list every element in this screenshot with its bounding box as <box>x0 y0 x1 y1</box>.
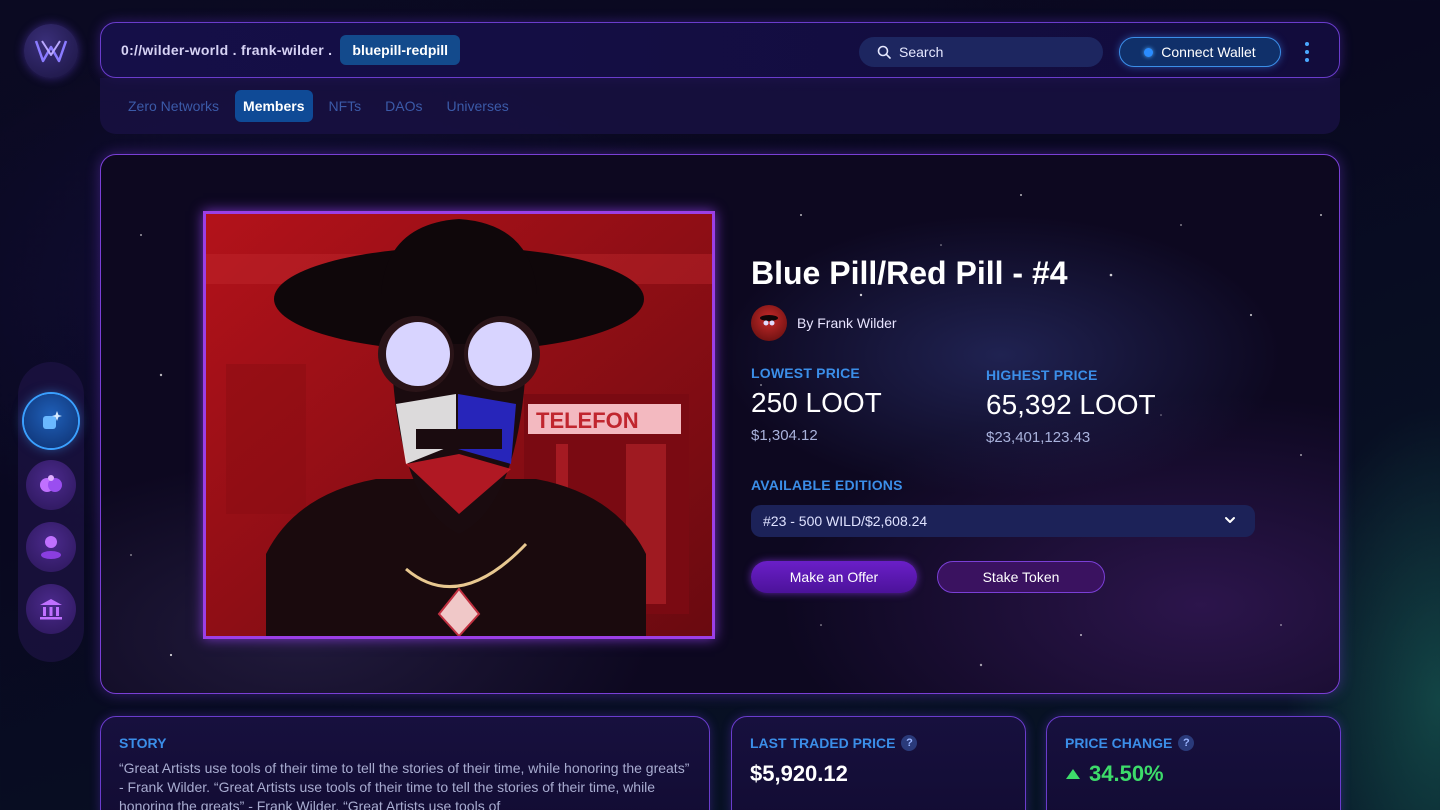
help-icon[interactable]: ? <box>1178 735 1195 751</box>
editions-label: AVAILABLE EDITIONS <box>751 477 903 493</box>
tab-zero-networks[interactable]: Zero Networks <box>120 90 227 122</box>
tab-nfts[interactable]: NFTs <box>321 90 370 122</box>
editions-select[interactable]: #23 - 500 WILD/$2,608.24 <box>751 505 1255 537</box>
price-change-title: PRICE CHANGE <box>1065 735 1173 751</box>
last-traded-value: $5,920.12 <box>750 761 848 786</box>
nft-title: Blue Pill/Red Pill - #4 <box>751 255 1068 291</box>
search-label: Search <box>899 44 944 60</box>
story-text: “Great Artists use tools of their time t… <box>119 760 690 810</box>
last-traded-card: LAST TRADED PRICE ? $5,920.12 <box>731 716 1026 810</box>
more-menu-icon[interactable] <box>1297 39 1317 65</box>
price-change-value: 34.50% <box>1089 761 1164 786</box>
user-pedestal-icon <box>41 536 61 559</box>
tab-universes[interactable]: Universes <box>439 90 517 122</box>
editions-selected-value: #23 - 500 WILD/$2,608.24 <box>763 513 928 529</box>
make-offer-button[interactable]: Make an Offer <box>751 561 917 593</box>
lowest-price-block: LOWEST PRICE 250 LOOT $1,304.12 <box>751 365 882 444</box>
nft-artwork[interactable]: TELEFON <box>203 211 715 639</box>
members-icon <box>40 475 62 492</box>
breadcrumb-current[interactable]: bluepill-redpill <box>340 35 461 65</box>
sparkle-cube-icon <box>43 411 62 429</box>
nav-tabs: Zero Networks Members NFTs DAOs Universe… <box>100 78 1340 134</box>
bank-icon <box>40 599 62 620</box>
tab-members[interactable]: Members <box>235 90 313 122</box>
connect-wallet-button[interactable]: Connect Wallet <box>1119 37 1281 67</box>
creator-name: By Frank Wilder <box>797 315 897 331</box>
highest-price-usd: $23,401,123.43 <box>986 429 1091 446</box>
creator-avatar <box>751 305 787 341</box>
price-change-value-row: 34.50% <box>1065 761 1322 787</box>
help-icon[interactable]: ? <box>901 735 918 751</box>
story-title: STORY <box>119 735 167 751</box>
price-change-card: PRICE CHANGE ? 34.50% <box>1046 716 1341 810</box>
avatar-icon <box>760 315 778 326</box>
search-button[interactable]: Search <box>859 37 1103 67</box>
highest-price-value: 65,392 LOOT <box>986 389 1156 420</box>
last-traded-title-row: LAST TRADED PRICE ? <box>750 735 1007 751</box>
logo-icon <box>34 40 68 63</box>
sidebar-item-sparkle[interactable] <box>24 394 78 448</box>
sidebar-item-dao[interactable] <box>26 584 76 634</box>
connect-wallet-label: Connect Wallet <box>1161 44 1256 60</box>
sidebar-item-members[interactable] <box>26 460 76 510</box>
address-bar: 0://wilder-world . frank-wilder . bluepi… <box>100 22 1340 78</box>
breadcrumb-path[interactable]: 0://wilder-world . frank-wilder . <box>121 42 332 58</box>
creator-row[interactable]: By Frank Wilder <box>751 305 897 341</box>
lowest-price-value: 250 LOOT <box>751 387 882 418</box>
sidebar-item-profile[interactable] <box>26 522 76 572</box>
highest-price-label: HIGHEST PRICE <box>986 367 1098 383</box>
wallet-status-icon <box>1144 47 1154 57</box>
story-card: STORY “Great Artists use tools of their … <box>100 716 710 810</box>
arrow-up-icon <box>1066 769 1080 779</box>
sidebar <box>18 362 84 662</box>
stake-token-button[interactable]: Stake Token <box>937 561 1105 593</box>
wilder-world-logo[interactable] <box>24 24 78 78</box>
search-icon <box>877 45 891 59</box>
tab-daos[interactable]: DAOs <box>377 90 430 122</box>
last-traded-title: LAST TRADED PRICE <box>750 735 896 751</box>
nft-artwork-image: TELEFON <box>206 214 712 636</box>
nft-hero-panel: TELEFON Blue Pill/Red Pill - #4 By Frank… <box>100 154 1340 694</box>
telefon-sign-text: TELEFON <box>536 408 639 433</box>
lowest-price-label: LOWEST PRICE <box>751 365 860 381</box>
chevron-down-icon <box>1225 517 1235 523</box>
price-change-title-row: PRICE CHANGE ? <box>1065 735 1322 751</box>
lowest-price-usd: $1,304.12 <box>751 427 818 444</box>
highest-price-block: HIGHEST PRICE 65,392 LOOT $23,401,123.43 <box>986 367 1156 446</box>
